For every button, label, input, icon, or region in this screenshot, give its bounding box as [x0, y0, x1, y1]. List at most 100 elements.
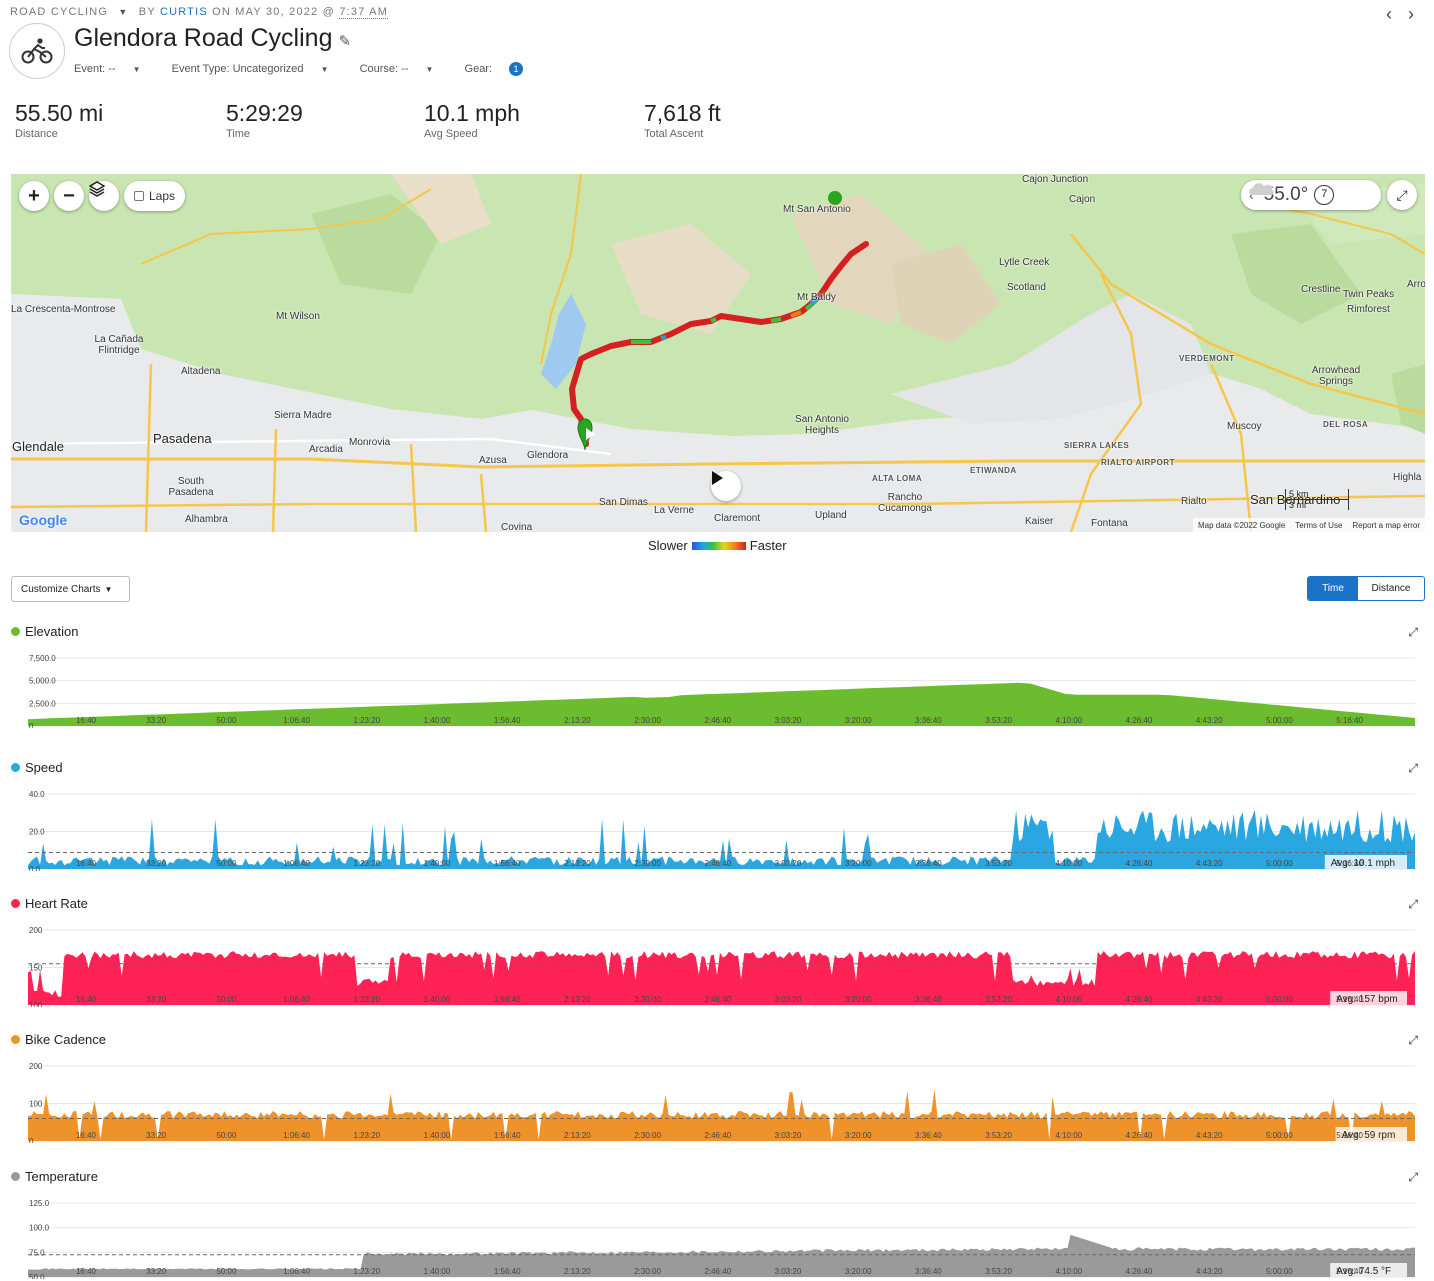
- x-tick-label: 16:40: [76, 1267, 97, 1276]
- x-tick-label: 33:20: [146, 859, 167, 868]
- time-toggle-button[interactable]: Time: [1308, 577, 1358, 600]
- gear-label: Gear:: [464, 63, 493, 75]
- map-label: ETIWANDA: [970, 466, 1017, 475]
- x-tick-label: 4:43:20: [1196, 716, 1223, 725]
- report-error-link[interactable]: Report a map error: [1352, 521, 1420, 530]
- x-tick-label: 3:36:40: [915, 716, 942, 725]
- y-tick-label: 0: [29, 1137, 34, 1143]
- x-tick-label: 2:46:40: [704, 1131, 731, 1140]
- expand-chart-icon[interactable]: ⤢: [1408, 1170, 1418, 1185]
- stat-label: Time: [226, 128, 251, 140]
- x-tick-label: 2:13:20: [564, 1267, 591, 1276]
- stat-label: Total Ascent: [644, 128, 704, 140]
- expand-chart-icon[interactable]: ⤢: [1408, 1033, 1418, 1048]
- x-tick-label: 1:40:00: [424, 1267, 451, 1276]
- edit-pencil-icon[interactable]: ✎: [338, 33, 351, 50]
- event-type-select[interactable]: Event Type: Uncategorized ▼: [172, 63, 343, 75]
- x-tick-label: 33:20: [146, 716, 167, 725]
- heart-rate-chart[interactable]: Avg: 157 bpm20015010016:40 33:20 50:00 1:06…: [11, 918, 1416, 1007]
- x-tick-label: 1:23:20: [353, 859, 380, 868]
- legend-gradient: [691, 541, 746, 550]
- laps-toggle[interactable]: Laps: [124, 181, 186, 211]
- cloud-icon: [1249, 183, 1274, 195]
- x-tick-label: 5:00:00: [1266, 716, 1293, 725]
- x-tick-label: 2:46:40: [704, 859, 731, 868]
- time-label[interactable]: 7:37 AM: [339, 6, 389, 19]
- playback-button[interactable]: [711, 471, 741, 501]
- map-label: Arcadia: [309, 444, 343, 455]
- x-tick-label: 4:10:00: [1055, 995, 1082, 1004]
- x-tick-label: 50:00: [216, 1131, 237, 1140]
- map-label: Fontana: [1091, 518, 1128, 529]
- map-fullscreen-button[interactable]: ⤢: [1387, 180, 1417, 210]
- caret-down-icon: ▼: [104, 584, 113, 594]
- chevron-right-icon[interactable]: ›: [1400, 4, 1422, 25]
- elevation-chart[interactable]: 7,500.0 5,000.0 2,500.0 0 16:40 33:20 50:00 1:0…: [11, 646, 1416, 728]
- x-tick-label: 4:26:40: [1126, 716, 1153, 725]
- layers-button[interactable]: [89, 181, 119, 211]
- chevron-down-icon[interactable]: ▼: [118, 7, 128, 17]
- x-tick-label: 1:40:00: [424, 716, 451, 725]
- event-select[interactable]: Event: -- ▼: [74, 63, 155, 75]
- x-tick-label: 16:40: [76, 1131, 97, 1140]
- author-link[interactable]: CURTIS: [160, 6, 208, 18]
- x-tick-label: 5:00:00: [1266, 1131, 1293, 1140]
- speed-chart[interactable]: Avg: 10.1 mph40.020.00.016:40 33:20 50:00 1…: [11, 782, 1416, 871]
- map-label: Glendale: [12, 439, 65, 454]
- y-tick-label: 20.0: [29, 828, 45, 837]
- x-tick-label: 5:00:00: [1266, 995, 1293, 1004]
- x-tick-label: 1:06:40: [283, 1267, 310, 1276]
- chart-title-label: Temperature: [25, 1169, 98, 1184]
- map-footer: Map data ©2022 Google Terms of Use Repor…: [1192, 518, 1425, 532]
- stat-value: 55.50 mi: [15, 100, 104, 126]
- map-attribution: Map data ©2022 Google: [1197, 520, 1286, 530]
- weather-widget[interactable]: ‹ 55.0° 7: [1241, 180, 1381, 210]
- terms-link[interactable]: Terms of Use: [1295, 521, 1342, 530]
- map-label: Sierra Madre: [274, 410, 332, 421]
- x-tick-label: 3:20:00: [845, 716, 872, 725]
- customize-charts-button[interactable]: Customize Charts ▼: [11, 576, 130, 602]
- x-tick-label: 1:06:40: [283, 995, 310, 1004]
- expand-chart-icon[interactable]: ⤢: [1408, 625, 1418, 640]
- stat-distance: 55.50 mi Distance: [15, 100, 103, 140]
- elevation-chart-title: Elevation: [11, 624, 78, 639]
- cadence-chart[interactable]: Avg: 59 rpm200100016:40 33:20 50:00 1:06:40…: [11, 1054, 1416, 1143]
- y-tick-label: 200: [29, 1062, 43, 1071]
- temperature-chart[interactable]: Avg: 74.5 °F125.0100.075.050.016:40 33:20…: [11, 1191, 1416, 1279]
- map-label: Cajon: [1069, 194, 1096, 205]
- gear-count-badge[interactable]: 1: [509, 62, 524, 76]
- map-label: DEL ROSA: [1323, 420, 1369, 429]
- x-tick-label: 1:56:40: [494, 859, 521, 868]
- route-map[interactable]: + − Laps ‹ 55.0° 7 ⤢ Mt San Antonio Cajo…: [11, 174, 1425, 532]
- activity-type-label[interactable]: ROAD CYCLING: [10, 6, 108, 18]
- y-tick-label: 50.0: [29, 1273, 45, 1279]
- map-label: Upland: [815, 510, 847, 521]
- map-label: Pasadena: [153, 431, 212, 446]
- map-label: Cajon Junction: [1022, 174, 1089, 185]
- map-label: Lytle Creek: [999, 257, 1050, 268]
- course-label: Course: --: [359, 63, 409, 75]
- x-tick-label: 1:23:20: [353, 1267, 380, 1276]
- x-tick-label: 5:16:40: [1336, 995, 1363, 1004]
- x-tick-label: 1:56:40: [494, 716, 521, 725]
- cycling-icon: [9, 23, 65, 79]
- gear-field[interactable]: Gear: 1: [464, 62, 538, 76]
- map-label: Rancho Cucamonga: [878, 492, 932, 514]
- zoom-in-button[interactable]: +: [19, 181, 49, 211]
- expand-chart-icon[interactable]: ⤢: [1408, 761, 1418, 776]
- distance-toggle-button[interactable]: Distance: [1358, 577, 1424, 600]
- map-label: ALTA LOMA: [872, 474, 923, 483]
- x-tick-label: 3:03:20: [775, 859, 802, 868]
- map-label: Alhambra: [185, 514, 228, 525]
- zoom-out-button[interactable]: −: [54, 181, 84, 211]
- expand-chart-icon[interactable]: ⤢: [1408, 897, 1418, 912]
- course-select[interactable]: Course: -- ▼: [360, 63, 448, 75]
- layers-icon: [89, 181, 105, 197]
- y-tick-label: 7,500.0: [29, 654, 56, 663]
- breadcrumb: ROAD CYCLING ▼ BY CURTIS ON MAY 30, 2022…: [10, 6, 389, 19]
- chart-title-label: Speed: [25, 760, 63, 775]
- chevron-left-icon[interactable]: ‹: [1378, 4, 1400, 25]
- map-label: South Pasadena: [168, 476, 214, 498]
- laps-checkbox[interactable]: [134, 191, 144, 201]
- x-tick-label: 33:20: [146, 1131, 167, 1140]
